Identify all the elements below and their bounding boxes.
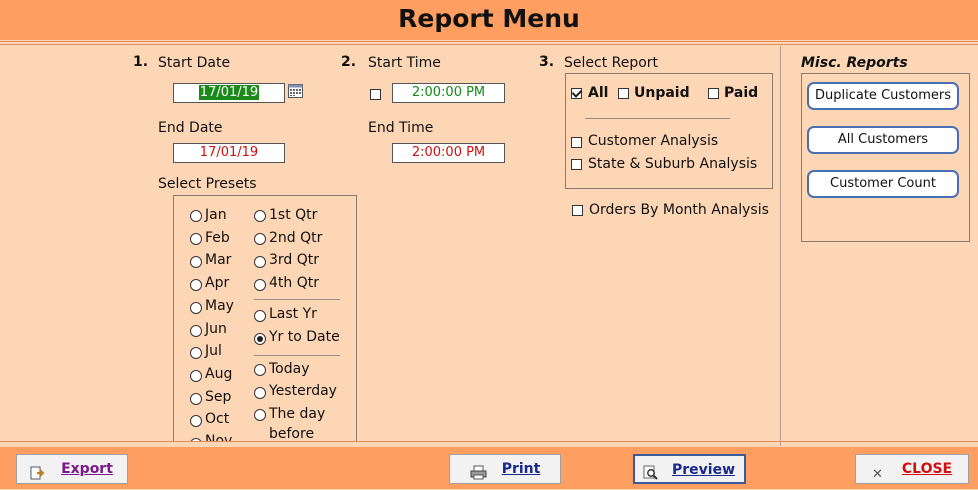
radio-button[interactable] [190,279,202,291]
footer-divider [0,441,978,442]
section3-number: 3. [539,54,555,70]
preset-label: Jul [205,343,222,359]
paid-checkbox[interactable] [708,88,719,99]
preview-button[interactable]: Preview [633,454,746,484]
radio-button[interactable] [254,233,266,245]
radio-button[interactable] [254,210,266,222]
misc-reports-label: Misc. Reports [801,55,908,71]
presets-separator [254,299,340,300]
customer-analysis-checkbox[interactable] [571,137,582,148]
calendar-icon[interactable] [288,83,303,98]
orders-by-month-label: Orders By Month Analysis [589,202,769,218]
select-presets-label: Select Presets [158,176,257,192]
paid-label: Paid [724,85,759,101]
print-label: Print [501,461,541,477]
preset-label: 1st Qtr [269,207,318,223]
preset-label: Today [269,361,310,377]
preset-label: Last Yr [269,306,317,322]
radio-button[interactable] [190,256,202,268]
start-time-checkbox[interactable] [370,89,381,100]
presets-separator [254,355,340,356]
end-time-field[interactable]: 2:00:00 PM [392,143,505,163]
radio-button[interactable] [254,256,266,268]
preset-label: Feb [205,230,230,246]
radio-button[interactable] [254,387,266,399]
end-time-label: End Time [368,120,434,136]
preset-label: 2nd Qtr [269,230,323,246]
section1-number: 1. [133,54,149,70]
printer-icon [470,462,487,480]
preset-label: Jan [205,207,227,223]
radio-button[interactable] [190,347,202,359]
all-label: All [588,85,609,101]
close-label: CLOSE [901,461,953,477]
unpaid-label: Unpaid [634,85,690,101]
end-date-label: End Date [158,120,223,136]
start-date-field[interactable]: 17/01/19 [173,83,285,103]
page-title: Report Menu [398,4,580,33]
preset-label: Aug [205,366,233,382]
export-label: Export [61,461,113,477]
close-icon: ✕ [872,467,883,482]
state-suburb-checkbox[interactable] [571,159,582,170]
preview-magnifier-icon [643,462,659,480]
radio-button[interactable] [190,302,202,314]
preset-label: Jun [205,321,227,337]
duplicate-customers-button[interactable]: Duplicate Customers [807,82,959,110]
close-button[interactable]: ✕ CLOSE [855,454,969,484]
preset-label: Yr to Date [269,329,340,345]
unpaid-checkbox[interactable] [618,88,629,99]
preview-label: Preview [671,462,735,478]
state-suburb-label: State & Suburb Analysis [588,156,758,172]
report-separator [585,118,730,119]
radio-button[interactable] [190,415,202,427]
all-customers-button[interactable]: All Customers [807,126,959,154]
title-bar: Report Menu [0,0,978,40]
radio-button[interactable] [190,325,202,337]
title-divider-2 [0,44,978,45]
customer-analysis-label: Customer Analysis [588,133,719,149]
select-report-label: Select Report [564,55,659,71]
end-date-field[interactable]: 17/01/19 [173,143,285,163]
all-checkbox[interactable] [571,88,582,99]
title-divider [0,41,978,42]
radio-button[interactable] [254,364,266,376]
preset-label: Yesterday [269,383,337,399]
start-date-value: 17/01/19 [198,85,260,100]
radio-button[interactable] [190,233,202,245]
radio-button-selected[interactable] [254,333,266,345]
radio-button[interactable] [254,279,266,291]
orders-by-month-checkbox[interactable] [572,205,583,216]
customer-count-button[interactable]: Customer Count [807,170,959,198]
radio-button[interactable] [190,370,202,382]
section2-number: 2. [341,54,357,70]
preset-label: Apr [205,275,230,291]
start-date-label: Start Date [158,55,231,71]
preset-label: Oct [205,411,230,427]
preset-label: May [205,298,234,314]
export-icon [30,462,46,480]
start-time-field[interactable]: 2:00:00 PM [392,83,505,103]
radio-button[interactable] [190,393,202,405]
radio-button[interactable] [190,210,202,222]
print-button[interactable]: Print [449,454,561,484]
export-button[interactable]: Export [16,454,128,484]
preset-label: Mar [205,252,232,268]
start-time-label: Start Time [368,55,441,71]
preset-label: 4th Qtr [269,275,319,291]
radio-button[interactable] [254,310,266,322]
preset-label: 3rd Qtr [269,252,320,268]
vertical-divider [780,46,781,446]
preset-label: before [269,426,315,442]
preset-label: The day [269,406,326,422]
preset-label: Sep [205,389,232,405]
radio-button[interactable] [254,409,266,421]
